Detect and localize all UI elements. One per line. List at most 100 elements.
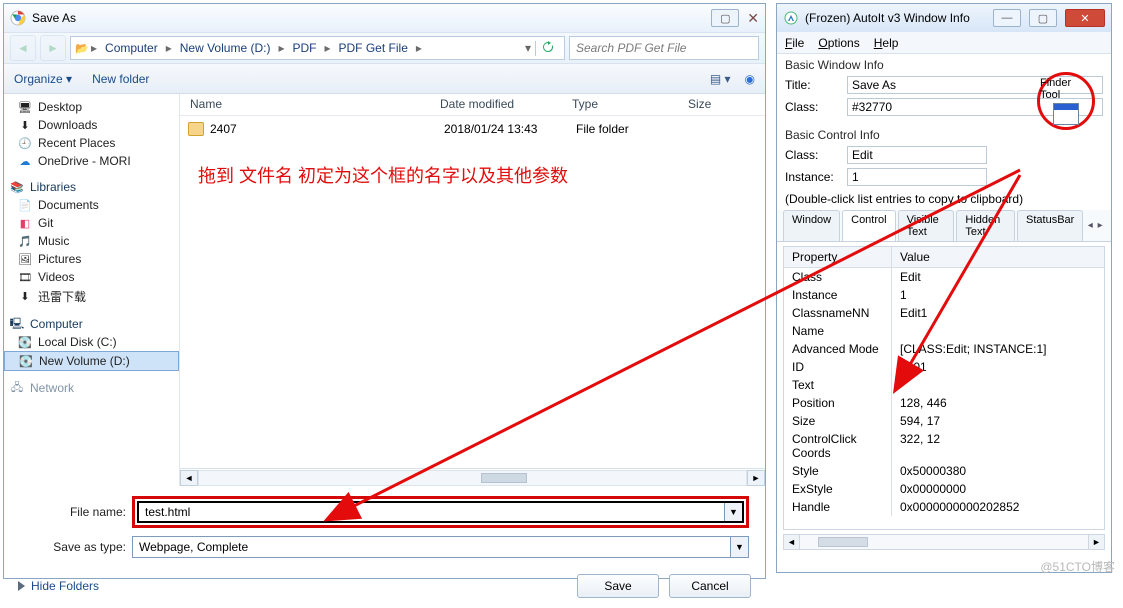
- organize-button[interactable]: Organize ▾: [14, 72, 72, 86]
- breadcrumb[interactable]: 📂 ▸ Computer▸ New Volume (D:)▸ PDF▸ PDF …: [70, 36, 565, 60]
- bc-class-v[interactable]: Edit: [847, 146, 987, 164]
- hscroll-left-icon[interactable]: ◄: [784, 535, 800, 549]
- grid-hscroll[interactable]: ◄ ►: [783, 534, 1105, 550]
- view-icon[interactable]: ▤ ▾: [710, 72, 731, 86]
- basic-window-label: Basic Window Info: [777, 54, 1111, 74]
- grid-row[interactable]: ClassnameNNEdit1: [784, 304, 1104, 322]
- tree-recent[interactable]: 🕘Recent Places: [4, 134, 179, 152]
- finder-target-icon[interactable]: [1053, 103, 1079, 125]
- grid-row[interactable]: Advanced Mode[CLASS:Edit; INSTANCE:1]: [784, 340, 1104, 358]
- col-date[interactable]: Date modified: [430, 94, 562, 115]
- col-size[interactable]: Size: [678, 94, 765, 115]
- help-icon[interactable]: ◉: [745, 72, 755, 86]
- grid-row[interactable]: Position128, 446: [784, 394, 1104, 412]
- grid-row[interactable]: Text: [784, 376, 1104, 394]
- grid-row[interactable]: ID1001: [784, 358, 1104, 376]
- tab-status[interactable]: StatusBar: [1017, 210, 1083, 241]
- toggle-folders-icon[interactable]: [18, 581, 25, 591]
- property-grid[interactable]: Property Value ClassEditInstance1Classna…: [783, 246, 1105, 530]
- hscroll-thumb[interactable]: [818, 537, 868, 547]
- tab-nav-left-icon[interactable]: ◂: [1085, 210, 1095, 241]
- col-property[interactable]: Property: [784, 247, 892, 267]
- grid-row[interactable]: ControlClick Coords322, 12: [784, 430, 1104, 462]
- newfolder-button[interactable]: New folder: [92, 72, 149, 86]
- menu-file[interactable]: File: [785, 36, 804, 50]
- grid-row[interactable]: Size594, 17: [784, 412, 1104, 430]
- tree-git[interactable]: ◧Git: [4, 214, 179, 232]
- saveastype-dd-icon[interactable]: ▼: [730, 537, 748, 557]
- finder-tool[interactable]: Finder Tool: [1037, 72, 1095, 130]
- save-button[interactable]: Save: [577, 574, 659, 598]
- tree-pictures[interactable]: 🖼Pictures: [4, 250, 179, 268]
- search-input[interactable]: Search PDF Get File: [569, 36, 759, 60]
- documents-icon: 📄: [18, 198, 32, 212]
- tab-control[interactable]: Control: [842, 210, 895, 241]
- back-button[interactable]: ◄: [10, 35, 36, 61]
- tree-documents[interactable]: 📄Documents: [4, 196, 179, 214]
- grid-row[interactable]: Handle0x0000000000202852: [784, 498, 1104, 516]
- file-row[interactable]: 2407 2018/01/24 13:43 File folder: [180, 116, 765, 142]
- file-type: File folder: [576, 122, 692, 136]
- menu-options[interactable]: Options: [818, 36, 859, 50]
- scroll-thumb[interactable]: [481, 473, 527, 483]
- maximize-button[interactable]: ▢: [711, 9, 739, 27]
- cancel-button[interactable]: Cancel: [669, 574, 751, 598]
- autoit-menubar[interactable]: File Options Help: [777, 32, 1111, 54]
- tab-window[interactable]: Window: [783, 210, 840, 241]
- tab-visible[interactable]: Visible Text: [898, 210, 955, 241]
- column-headers[interactable]: Name Date modified Type Size: [180, 94, 765, 116]
- filename-highlight: test.html ▼: [132, 496, 749, 528]
- tree-computer[interactable]: 🖳Computer: [4, 315, 179, 333]
- grid-row[interactable]: Name: [784, 322, 1104, 340]
- tab-hidden[interactable]: Hidden Text: [956, 210, 1015, 241]
- scroll-left-icon[interactable]: ◄: [180, 470, 198, 486]
- hide-folders-link[interactable]: Hide Folders: [31, 579, 99, 593]
- network-icon: 🖧: [10, 381, 24, 395]
- saveas-titlebar[interactable]: Save As ▢ ✕: [4, 4, 765, 32]
- saveastype-select[interactable]: Webpage, Complete ▼: [132, 536, 749, 558]
- filename-input[interactable]: test.html ▼: [137, 501, 744, 523]
- hscroll-right-icon[interactable]: ►: [1088, 535, 1104, 549]
- libraries-icon: 📚: [10, 180, 24, 194]
- forward-button[interactable]: ►: [40, 35, 66, 61]
- close-icon[interactable]: ✕: [747, 10, 759, 27]
- tab-nav-right-icon[interactable]: ▸: [1095, 210, 1105, 241]
- tree-localc[interactable]: 💽Local Disk (C:): [4, 333, 179, 351]
- refresh-icon[interactable]: [535, 41, 560, 56]
- bw-class-k: Class:: [785, 100, 841, 114]
- tree-newvol[interactable]: 💽New Volume (D:): [4, 351, 179, 371]
- menu-help[interactable]: Help: [874, 36, 899, 50]
- col-name[interactable]: Name: [180, 94, 430, 115]
- filename-dd-icon[interactable]: ▼: [724, 503, 742, 521]
- autoit-tabs[interactable]: Window Control Visible Text Hidden Text …: [777, 210, 1111, 242]
- tree-videos[interactable]: 🎞Videos: [4, 268, 179, 286]
- minimize-button[interactable]: —: [993, 9, 1021, 27]
- grid-row[interactable]: Style0x50000380: [784, 462, 1104, 480]
- hscrollbar[interactable]: ◄ ►: [180, 468, 765, 486]
- col-value[interactable]: Value: [892, 247, 938, 267]
- tree-desktop[interactable]: 🖥Desktop: [4, 98, 179, 116]
- crumb-newvol[interactable]: New Volume (D:): [174, 37, 277, 59]
- tree-libraries[interactable]: 📚Libraries: [4, 178, 179, 196]
- grid-prop: ExStyle: [784, 480, 892, 498]
- crumb-computer[interactable]: Computer: [99, 37, 164, 59]
- tree-xunlei[interactable]: ⬇迅雷下载: [4, 286, 179, 307]
- nav-tree[interactable]: 🖥Desktop ⬇Downloads 🕘Recent Places ☁OneD…: [4, 94, 180, 486]
- grid-row[interactable]: ExStyle0x00000000: [784, 480, 1104, 498]
- maximize-button[interactable]: ▢: [1029, 9, 1057, 27]
- tree-network[interactable]: 🖧Network: [4, 379, 179, 397]
- tree-onedrive[interactable]: ☁OneDrive - MORI: [4, 152, 179, 170]
- tree-downloads[interactable]: ⬇Downloads: [4, 116, 179, 134]
- grid-row[interactable]: ClassEdit: [784, 268, 1104, 286]
- close-button[interactable]: ✕: [1065, 9, 1105, 27]
- bc-inst-v[interactable]: 1: [847, 168, 987, 186]
- crumb-pdf[interactable]: PDF: [286, 37, 322, 59]
- crumb-pdfget[interactable]: PDF Get File: [333, 37, 414, 59]
- file-list[interactable]: Name Date modified Type Size 2407 2018/0…: [180, 94, 765, 486]
- scroll-right-icon[interactable]: ►: [747, 470, 765, 486]
- grid-val: Edit: [892, 268, 929, 286]
- autoit-icon: [783, 10, 799, 26]
- tree-music[interactable]: 🎵Music: [4, 232, 179, 250]
- col-type[interactable]: Type: [562, 94, 678, 115]
- grid-row[interactable]: Instance1: [784, 286, 1104, 304]
